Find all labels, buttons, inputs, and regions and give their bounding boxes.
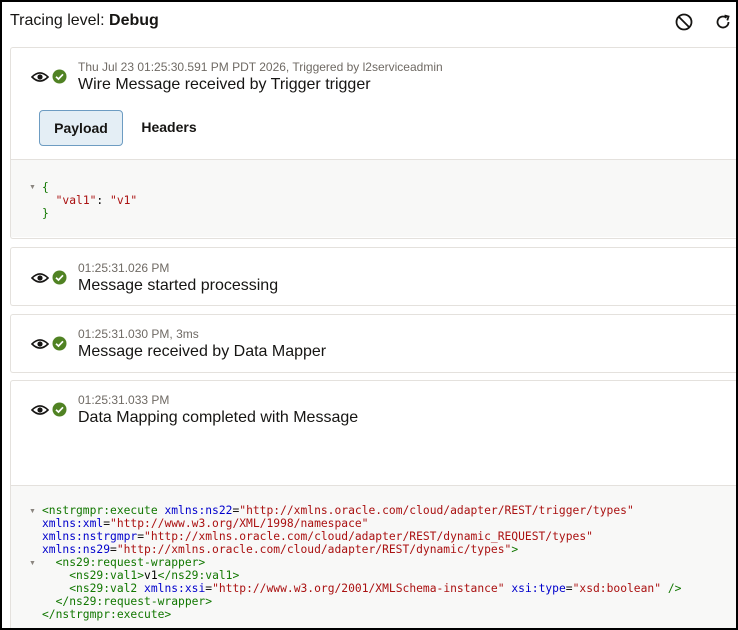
json-open-brace: { — [42, 181, 49, 194]
activity-timestamp: 01:25:31.026 PM — [78, 261, 170, 275]
xml-attr: xsi:type — [511, 582, 566, 595]
json-value: "v1" — [110, 194, 138, 207]
activity-icons — [30, 69, 71, 85]
xml-attr: xmlns:xml — [42, 517, 104, 530]
activity-icons — [30, 336, 71, 352]
activity-title: Message started processing — [78, 277, 279, 294]
xml-value: "xsd:boolean" — [572, 582, 662, 595]
panel-header: Tracing level: Debug — [2, 2, 736, 40]
eye-icon[interactable] — [30, 270, 50, 291]
tracing-level-label: Tracing level: — [10, 12, 105, 29]
collapse-arrow-icon[interactable]: ▼ — [29, 560, 36, 567]
activity-title: Data Mapping completed with Message — [78, 409, 359, 426]
xml-attr: xmlns:nstrgmpr — [42, 530, 138, 543]
xml-attr: xmlns:xsi — [144, 582, 206, 595]
xml-tag: /> — [661, 582, 682, 595]
tab-headers[interactable]: Headers — [133, 110, 205, 144]
xml-value: "http://xmlns.oracle.com/cloud/adapter/R… — [116, 543, 512, 556]
activity-item: 01:25:31.026 PM Message started processi… — [10, 247, 736, 306]
check-circle-icon — [52, 69, 67, 89]
activity-icons — [30, 270, 71, 286]
xml-value: "http://www.w3.org/XML/1998/namespace" — [110, 517, 369, 530]
ban-icon[interactable] — [674, 12, 694, 32]
activity-stream-panel: Tracing level: Debug Thu Jul 23 01:25:30… — [0, 0, 738, 630]
xml-attr: xmlns:ns29 — [42, 543, 111, 556]
xml-attr: xmlns:ns22 — [164, 504, 233, 517]
activity-title: Wire Message received by Trigger trigger — [78, 76, 371, 93]
activity-timestamp: Thu Jul 23 01:25:30.591 PM PDT 2026, Tri… — [78, 60, 443, 74]
payload-viewer: ▼ ▼ <nstrgmpr:execute xmlns:ns22="http:/… — [11, 485, 736, 628]
xml-tag: <nstrgmpr:execute — [42, 504, 158, 517]
activity-icons — [30, 402, 71, 418]
collapse-arrow-icon[interactable]: ▼ — [29, 184, 36, 191]
xml-payload: <nstrgmpr:execute xmlns:ns22="http://xml… — [42, 504, 682, 621]
collapse-arrow-icon[interactable]: ▼ — [29, 508, 36, 515]
payload-viewer: ▼ { "val1": "v1" } — [11, 159, 736, 237]
activity-item: Thu Jul 23 01:25:30.591 PM PDT 2026, Tri… — [10, 47, 736, 239]
activity-item: 01:25:31.033 PM Data Mapping completed w… — [10, 380, 736, 628]
json-close-brace: } — [42, 207, 49, 220]
tab-payload[interactable]: Payload — [39, 110, 123, 146]
check-circle-icon — [52, 402, 67, 422]
eye-icon[interactable] — [30, 336, 50, 357]
xml-tag: > — [511, 543, 519, 556]
json-key: "val1" — [55, 194, 97, 207]
refresh-icon[interactable] — [713, 12, 733, 32]
xml-text: v1 — [144, 569, 158, 582]
json-payload: { "val1": "v1" } — [42, 181, 137, 220]
activity-timestamp: 01:25:31.030 PM, 3ms — [78, 327, 199, 341]
tracing-level-value: Debug — [109, 12, 159, 29]
xml-tag: </ns29:val1> — [157, 569, 240, 582]
xml-tag: </ns29:request-wrapper> — [55, 595, 213, 608]
xml-value: "http://xmlns.oracle.com/cloud/adapter/R… — [144, 530, 593, 543]
check-circle-icon — [52, 336, 67, 356]
xml-value: "http://xmlns.oracle.com/cloud/adapter/R… — [239, 504, 634, 517]
activity-title: Message received by Data Mapper — [78, 343, 327, 360]
xml-tag: <ns29:val1> — [69, 569, 145, 582]
xml-value: "http://www.w3.org/2001/XMLSchema-instan… — [212, 582, 505, 595]
xml-tag: </nstrgmpr:execute> — [42, 608, 172, 621]
activity-item: 01:25:31.030 PM, 3ms Message received by… — [10, 314, 736, 373]
eye-icon[interactable] — [30, 69, 50, 90]
json-colon: : — [96, 194, 111, 207]
tracing-level: Tracing level: Debug — [10, 12, 159, 30]
xml-tag: <ns29:request-wrapper> — [55, 556, 206, 569]
xml-tag: <ns29:val2 — [69, 582, 138, 595]
check-circle-icon — [52, 270, 67, 290]
activity-timestamp: 01:25:31.033 PM — [78, 393, 170, 407]
eye-icon[interactable] — [30, 402, 50, 423]
